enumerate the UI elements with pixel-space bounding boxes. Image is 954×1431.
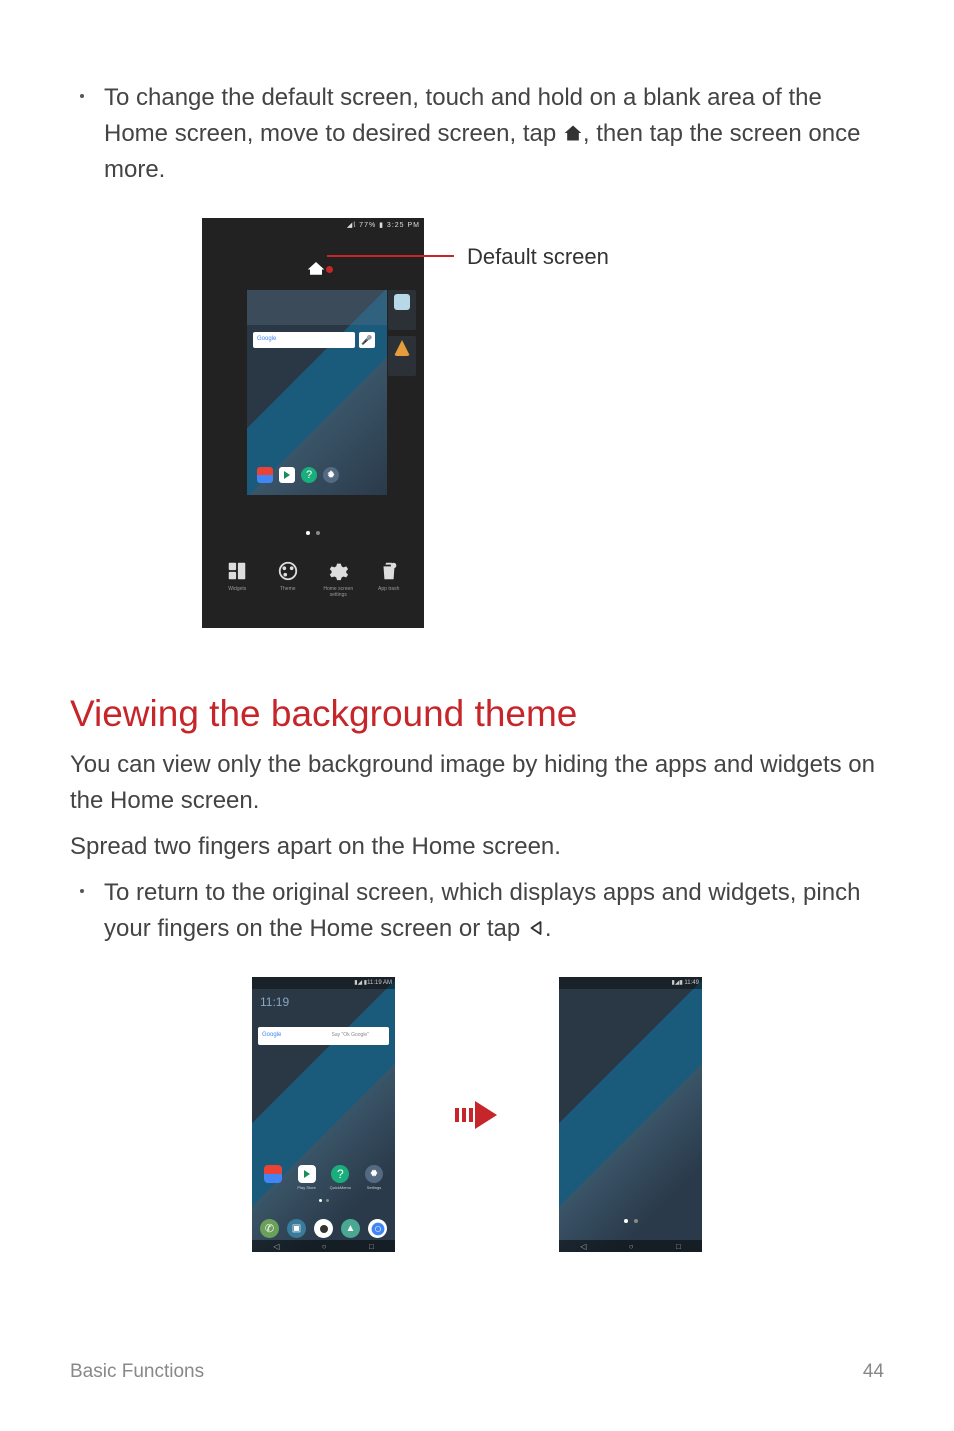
page-indicator <box>559 1210 702 1228</box>
callout-line <box>327 255 454 257</box>
bullet-text-part2: . <box>545 915 552 942</box>
bullet-return-original: To return to the original screen, which … <box>70 875 884 947</box>
dock: ✆ ▣ ▲ <box>260 1219 387 1238</box>
page-number: 44 <box>863 1361 884 1383</box>
widget-icon <box>394 294 410 310</box>
widgets-icon <box>226 560 248 582</box>
arrow-icon <box>455 1099 499 1131</box>
theme-button[interactable]: Theme <box>264 560 312 622</box>
apps-row: Play Store ?QuickMemo Settings <box>260 1165 387 1190</box>
quickmemo-icon: ? <box>331 1165 349 1183</box>
app: Play Store <box>294 1165 320 1190</box>
clock-widget: 11:19 <box>260 995 289 1009</box>
tool-label: Home screen settings <box>314 586 362 598</box>
tool-label: Theme <box>264 586 312 592</box>
edit-toolbar: Widgets Theme Home screen settings App t… <box>202 552 424 622</box>
page-indicator <box>202 522 424 540</box>
gallery-icon: ▲ <box>341 1219 360 1238</box>
widget-preview <box>388 336 416 376</box>
home-icon: ○ <box>629 1242 634 1251</box>
back-icon: ◁ <box>273 1242 279 1251</box>
play-store-icon <box>298 1165 316 1183</box>
back-icon <box>527 912 545 930</box>
figure-default-screen: ◢𝗅 77% ▮ 3:25 PM Google 🎤 ? <box>202 218 752 633</box>
app <box>260 1165 286 1190</box>
google-hint: Say "Ok Google" <box>332 1032 389 1045</box>
widgets-button[interactable]: Widgets <box>213 560 261 622</box>
status-bar: ▮◢ ▮11:19 AM <box>252 977 395 989</box>
phone-mock-after: ▮◢▮ 11:49 ◁ ○ □ <box>559 977 702 1252</box>
phone-mock-1: ◢𝗅 77% ▮ 3:25 PM Google 🎤 ? <box>202 218 424 628</box>
side-panel <box>388 290 416 376</box>
footer-section: Basic Functions <box>70 1361 204 1383</box>
home-screen-preview: Google 🎤 ? <box>247 290 387 495</box>
bullet-marker <box>80 94 84 98</box>
home-icon <box>307 260 325 276</box>
home-icon <box>563 118 583 138</box>
back-icon: ◁ <box>580 1242 586 1251</box>
tool-label: Widgets <box>213 586 261 592</box>
status-bar: ◢𝗅 77% ▮ 3:25 PM <box>202 218 424 232</box>
app-trash-button[interactable]: App trash <box>365 560 413 622</box>
google-search-bar: Google <box>253 332 355 348</box>
app-icon <box>257 467 273 483</box>
app: ?QuickMemo <box>327 1165 353 1190</box>
bullet-text: To return to the original screen, which … <box>104 875 884 947</box>
settings-icon <box>365 1165 383 1183</box>
recent-icon: □ <box>676 1242 681 1251</box>
camera-icon <box>314 1219 333 1238</box>
phone-icon: ✆ <box>260 1219 279 1238</box>
home-icon: ○ <box>322 1242 327 1251</box>
app: Settings <box>361 1165 387 1190</box>
app-icon <box>264 1165 282 1183</box>
home-settings-button[interactable]: Home screen settings <box>314 560 362 622</box>
figure-spread-pinch: ▮◢ ▮11:19 AM 11:19 Google Say "Ok Google… <box>70 977 884 1252</box>
page-footer: Basic Functions 44 <box>70 1361 884 1383</box>
recent-icon: □ <box>369 1242 374 1251</box>
body-paragraph-1: You can view only the background image b… <box>70 747 884 819</box>
nav-bar: ◁ ○ □ <box>559 1240 702 1252</box>
callout-label: Default screen <box>467 244 609 270</box>
trash-icon <box>378 560 400 582</box>
tool-label: App trash <box>365 586 413 592</box>
bullet-text-part1: To return to the original screen, which … <box>104 879 860 942</box>
settings-icon <box>323 467 339 483</box>
bullet-marker <box>80 889 84 893</box>
chrome-icon <box>368 1219 387 1238</box>
page-indicator <box>252 1189 395 1207</box>
bullet-text: To change the default screen, touch and … <box>104 80 884 188</box>
google-label: Google <box>262 1032 281 1045</box>
warning-icon <box>394 340 410 356</box>
callout-dot <box>326 266 333 273</box>
quickmemo-icon: ? <box>301 467 317 483</box>
bullet-change-default-screen: To change the default screen, touch and … <box>70 80 884 188</box>
preview-apps-row: ? <box>257 467 339 483</box>
messaging-icon: ▣ <box>287 1219 306 1238</box>
google-search-bar: Google Say "Ok Google" <box>258 1027 389 1045</box>
section-heading: Viewing the background theme <box>70 693 884 735</box>
nav-bar: ◁ ○ □ <box>252 1240 395 1252</box>
status-bar: ▮◢▮ 11:49 <box>559 977 702 989</box>
screen-preview-area: Google 🎤 ? <box>202 232 424 552</box>
gear-icon <box>327 560 349 582</box>
mic-icon: 🎤 <box>359 332 375 348</box>
body-paragraph-2: Spread two fingers apart on the Home scr… <box>70 829 884 865</box>
phone-mock-before: ▮◢ ▮11:19 AM 11:19 Google Say "Ok Google… <box>252 977 395 1252</box>
widget-preview <box>388 290 416 330</box>
play-store-icon <box>279 467 295 483</box>
theme-icon <box>277 560 299 582</box>
